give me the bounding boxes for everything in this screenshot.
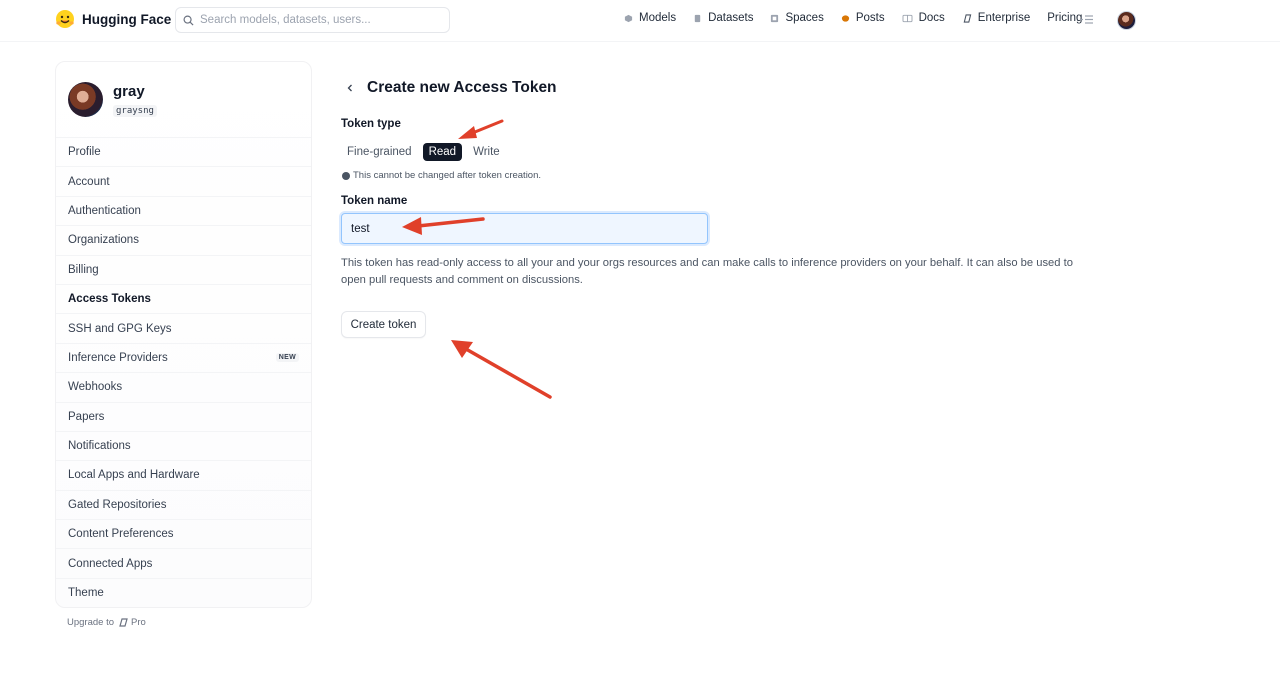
nav-models[interactable]: Models	[624, 12, 676, 24]
back-button[interactable]	[343, 81, 357, 95]
nav-pricing-label: Pricing	[1047, 12, 1083, 24]
main-nav: Models Datasets Spaces Posts Docs Enterp…	[624, 12, 1082, 24]
settings-sidebar: gray graysng Profile Account Authenticat…	[55, 61, 312, 608]
nav-spaces[interactable]: Spaces	[770, 12, 824, 24]
sidebar-item-label: Notifications	[68, 440, 131, 453]
sidebar-item-access-tokens[interactable]: Access Tokens	[56, 283, 311, 313]
sidebar-item-label: SSH and GPG Keys	[68, 322, 172, 335]
posts-icon	[841, 14, 849, 22]
sidebar-item-local-apps[interactable]: Local Apps and Hardware	[56, 460, 311, 489]
sidebar-item-label: Access Tokens	[68, 293, 151, 306]
sidebar-item-label: Inference Providers	[68, 351, 168, 364]
spaces-icon	[771, 14, 779, 22]
sidebar-item-theme[interactable]: Theme	[56, 577, 311, 607]
user-avatar[interactable]	[1117, 11, 1136, 30]
menu-icon[interactable]	[1080, 14, 1093, 25]
sidebar-item-label: Papers	[68, 410, 105, 423]
sidebar-item-organizations[interactable]: Organizations	[56, 225, 311, 254]
nav-datasets[interactable]: Datasets	[693, 12, 753, 24]
token-name-input[interactable]	[341, 213, 708, 244]
create-token-button[interactable]: Create token	[341, 311, 426, 338]
sidebar-item-label: Organizations	[68, 234, 139, 247]
sidebar-item-account[interactable]: Account	[56, 166, 311, 195]
sidebar-item-label: Connected Apps	[68, 557, 153, 570]
profile-name: gray	[113, 83, 145, 100]
models-icon	[624, 14, 633, 22]
sidebar-item-label: Content Preferences	[68, 528, 174, 541]
sidebar-item-label: Authentication	[68, 204, 141, 217]
token-type-hint: This cannot be changed after token creat…	[342, 170, 541, 181]
sidebar-item-gated-repositories[interactable]: Gated Repositories	[56, 489, 311, 519]
profile-handle: graysng	[113, 105, 157, 117]
nav-docs-label: Docs	[918, 12, 945, 24]
token-type-fine-grained[interactable]: Fine-grained	[341, 143, 418, 161]
hint-text: This cannot be changed after token creat…	[353, 170, 542, 181]
upgrade-pro-link[interactable]: Upgrade to Pro	[67, 617, 146, 628]
sidebar-item-papers[interactable]: Papers	[56, 401, 311, 431]
arrow-annotation-read	[458, 119, 504, 139]
pro-label: Pro	[131, 617, 146, 628]
token-type-read[interactable]: Read	[422, 143, 463, 161]
settings-menu: Profile Account Authentication Organizat…	[56, 137, 311, 607]
top-navigation: Hugging Face Models Datasets Spaces Post…	[0, 0, 1280, 42]
token-type-label: Token type	[341, 118, 401, 130]
page-title: Create new Access Token	[367, 79, 557, 96]
arrow-annotation-create	[451, 340, 552, 399]
sidebar-item-label: Billing	[68, 263, 99, 276]
nav-pricing[interactable]: Pricing	[1047, 12, 1082, 24]
sidebar-item-label: Local Apps and Hardware	[68, 469, 200, 482]
nav-datasets-label: Datasets	[708, 12, 754, 24]
token-type-selector: Fine-grained Read Write	[341, 143, 506, 161]
nav-models-label: Models	[639, 12, 677, 24]
pro-icon	[119, 618, 128, 627]
token-type-write[interactable]: Write	[467, 143, 506, 161]
sidebar-item-profile[interactable]: Profile	[56, 137, 311, 166]
nav-spaces-label: Spaces	[785, 12, 824, 24]
search-box[interactable]	[175, 7, 450, 33]
nav-posts[interactable]: Posts	[841, 12, 885, 24]
token-description: This token has read-only access to all y…	[341, 257, 1073, 286]
search-input[interactable]	[200, 14, 430, 26]
docs-icon	[902, 14, 913, 22]
hugging-face-logo-icon	[56, 10, 74, 28]
enterprise-icon	[963, 13, 972, 23]
search-icon	[183, 15, 194, 26]
sidebar-item-inference-providers[interactable]: Inference Providers NEW	[56, 342, 311, 372]
info-icon	[342, 171, 350, 180]
nav-docs[interactable]: Docs	[902, 12, 945, 24]
sidebar-item-label: Account	[68, 175, 110, 188]
token-name-label: Token name	[341, 195, 408, 207]
nav-enterprise[interactable]: Enterprise	[962, 12, 1030, 24]
pro-tag: Pro	[118, 617, 146, 628]
nav-enterprise-label: Enterprise	[977, 12, 1031, 24]
sidebar-item-label: Profile	[68, 146, 101, 159]
sidebar-item-notifications[interactable]: Notifications	[56, 430, 311, 460]
sidebar-item-label: Theme	[68, 587, 104, 600]
sidebar-item-label: Webhooks	[68, 381, 123, 394]
sidebar-item-content-preferences[interactable]: Content Preferences	[56, 519, 311, 548]
sidebar-item-webhooks[interactable]: Webhooks	[56, 372, 311, 401]
sidebar-item-connected-apps[interactable]: Connected Apps	[56, 548, 311, 577]
chevron-left-icon	[347, 84, 352, 92]
upgrade-label: Upgrade to	[67, 617, 115, 628]
datasets-icon	[694, 14, 701, 22]
new-badge: NEW	[275, 353, 299, 363]
sidebar-item-billing[interactable]: Billing	[56, 254, 311, 284]
profile-card: gray graysng	[68, 82, 157, 118]
brand-link[interactable]: Hugging Face	[55, 9, 171, 29]
nav-posts-label: Posts	[855, 12, 885, 24]
sidebar-item-authentication[interactable]: Authentication	[56, 195, 311, 225]
sidebar-item-ssh-gpg-keys[interactable]: SSH and GPG Keys	[56, 313, 311, 342]
brand-name: Hugging Face	[82, 11, 172, 27]
sidebar-item-label: Gated Repositories	[68, 498, 167, 511]
avatar[interactable]	[68, 82, 103, 117]
